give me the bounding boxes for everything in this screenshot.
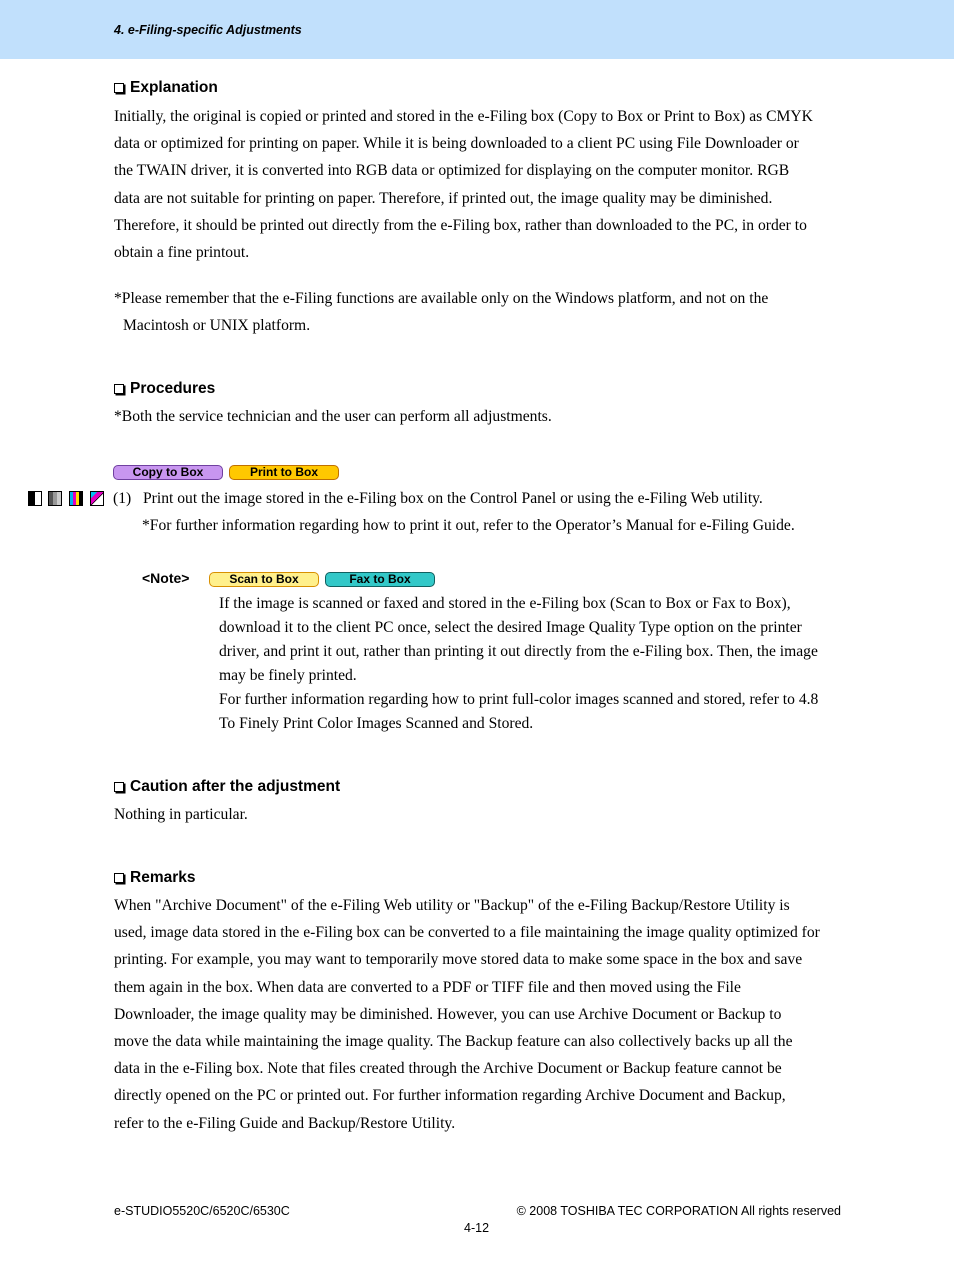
text-line: data are not suitable for printing on pa… xyxy=(114,189,773,207)
explanation-heading: Explanation xyxy=(114,79,218,97)
chapter-title: 4. e-Filing-specific Adjustments xyxy=(114,23,302,37)
text-line: To Finely Print Color Images Scanned and… xyxy=(219,715,534,732)
text-line: download it to the client PC once, selec… xyxy=(219,619,802,636)
text-line: them again in the box. When data are con… xyxy=(114,978,741,996)
checkbox-bullet-icon xyxy=(114,782,124,792)
checkbox-bullet-icon xyxy=(114,83,124,93)
heading-text: Procedures xyxy=(130,380,216,397)
text-line: Both the service technician and the user… xyxy=(121,408,552,425)
caution-text: Nothing in particular. xyxy=(114,806,248,823)
procedures-heading: Procedures xyxy=(114,380,215,398)
page-header: 4. e-Filing-specific Adjustments xyxy=(0,0,954,59)
text-line: For further information regarding how to… xyxy=(149,517,795,534)
text-line: move the data while maintaining the imag… xyxy=(114,1033,793,1051)
full-color-mode-icon xyxy=(69,491,83,506)
text-line: the TWAIN driver, it is converted into R… xyxy=(114,162,790,180)
text-line: For further information regarding how to… xyxy=(219,691,819,708)
print-to-box-tag: Print to Box xyxy=(229,465,339,480)
step-text: Print out the image stored in the e-Fili… xyxy=(143,490,763,507)
remarks-paragraph: When "Archive Document" of the e-Filing … xyxy=(114,892,844,1137)
checkbox-bullet-icon xyxy=(114,384,124,394)
page-number: 4-12 xyxy=(464,1221,490,1235)
platform-note: *Please remember that the e-Filing funct… xyxy=(114,285,844,339)
text-line: When "Archive Document" of the e-Filing … xyxy=(114,897,790,914)
remarks-heading: Remarks xyxy=(114,869,196,887)
text-line: may be finely printed. xyxy=(219,667,357,684)
text-line: printing. For example, you may want to t… xyxy=(114,951,803,969)
text-line: refer to the e-Filing Guide and Backup/R… xyxy=(114,1114,456,1132)
grayscale-mode-icon xyxy=(48,491,62,506)
black-white-mode-icon xyxy=(28,491,42,506)
text-line: driver, and print it out, rather than pr… xyxy=(219,643,818,660)
heading-text: Remarks xyxy=(130,869,196,886)
text-line: Downloader, the image quality may be dim… xyxy=(114,1005,782,1023)
text-line: Please remember that the e-Filing functi… xyxy=(121,290,769,307)
heading-text: Caution after the adjustment xyxy=(130,778,341,795)
procedures-note: *Both the service technician and the use… xyxy=(114,403,844,430)
text-line: Initially, the original is copied or pri… xyxy=(114,108,813,125)
text-line: data or optimized for printing on paper.… xyxy=(114,135,799,153)
text-line: Macintosh or UNIX platform. xyxy=(123,317,311,335)
footer-model: e-STUDIO5520C/6520C/6530C xyxy=(114,1204,290,1218)
step-note: *For further information regarding how t… xyxy=(142,514,842,538)
text-line: directly opened on the PC or printed out… xyxy=(114,1087,786,1105)
twin-color-mode-icon xyxy=(90,491,104,506)
asterisk: * xyxy=(114,408,122,425)
copy-to-box-tag: Copy to Box xyxy=(113,465,223,480)
checkbox-bullet-icon xyxy=(114,873,124,883)
scan-to-box-tag: Scan to Box xyxy=(209,572,319,587)
text-line: used, image data stored in the e-Filing … xyxy=(114,924,820,942)
step-number: (1) xyxy=(113,490,132,507)
footer-copyright: © 2008 TOSHIBA TEC CORPORATION All right… xyxy=(516,1204,841,1218)
asterisk: * xyxy=(142,517,150,534)
text-line: data in the e-Filing box. Note that file… xyxy=(114,1060,782,1078)
fax-to-box-tag: Fax to Box xyxy=(325,572,435,587)
note-label: <Note> xyxy=(142,570,190,586)
note-paragraph: If the image is scanned or faxed and sto… xyxy=(219,592,849,736)
explanation-paragraph: Initially, the original is copied or pri… xyxy=(114,103,844,266)
caution-heading: Caution after the adjustment xyxy=(114,778,340,796)
asterisk: * xyxy=(114,290,122,307)
heading-text: Explanation xyxy=(130,79,218,96)
text-line: If the image is scanned or faxed and sto… xyxy=(219,595,791,612)
text-line: obtain a fine printout. xyxy=(114,244,250,262)
text-line: Therefore, it should be printed out dire… xyxy=(114,216,807,234)
